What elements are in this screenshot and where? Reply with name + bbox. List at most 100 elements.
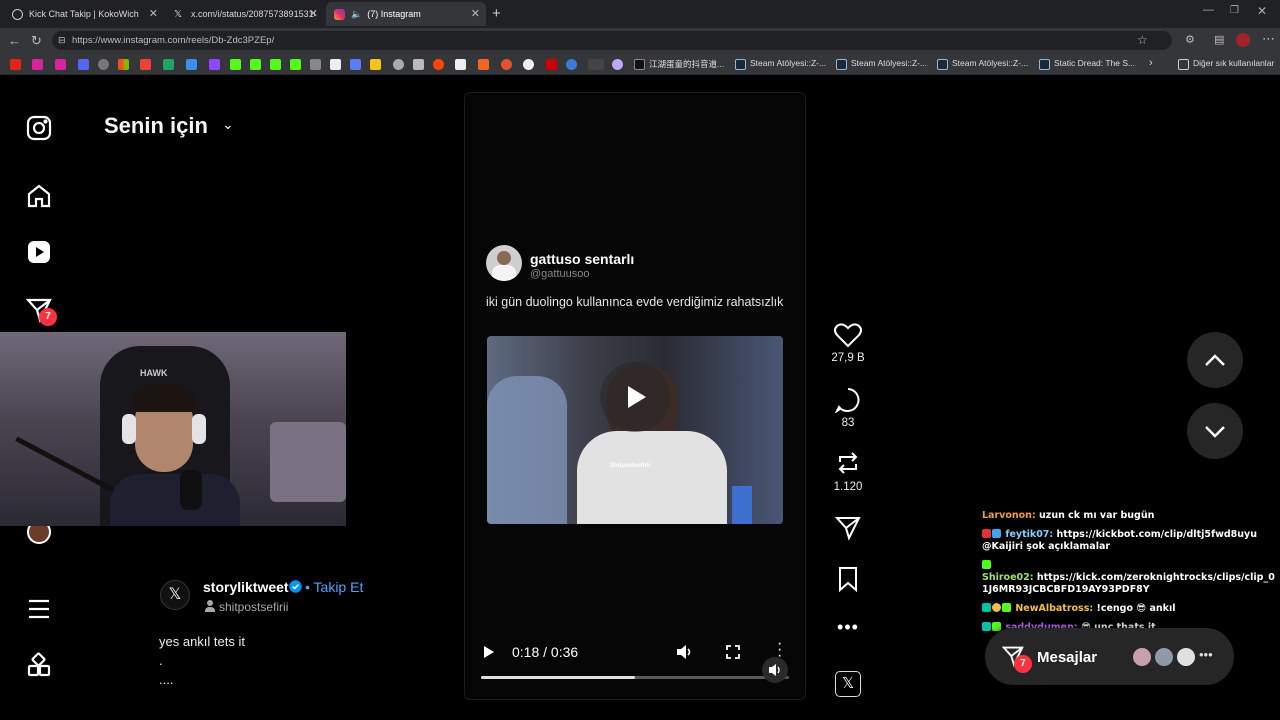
kick-icon[interactable] bbox=[230, 59, 241, 70]
steam-icon[interactable] bbox=[1039, 59, 1050, 70]
twitch-icon[interactable] bbox=[209, 59, 220, 70]
reload-icon[interactable]: ↻ bbox=[31, 33, 42, 49]
avatar[interactable] bbox=[1175, 646, 1197, 668]
bookmark-icon[interactable] bbox=[370, 59, 381, 70]
other-bookmarks[interactable]: Diğer sık kullanılanlar bbox=[1193, 58, 1274, 68]
mute-button[interactable] bbox=[762, 657, 788, 683]
save-bookmark-icon[interactable] bbox=[830, 566, 866, 592]
favorite-star-icon[interactable]: ☆ bbox=[1137, 33, 1148, 47]
comment-icon[interactable] bbox=[830, 387, 866, 413]
x-logo-icon[interactable] bbox=[330, 59, 341, 70]
bookmark-icon[interactable] bbox=[588, 59, 604, 70]
instagram-icon[interactable] bbox=[32, 59, 43, 70]
bookmark-icon[interactable] bbox=[612, 59, 623, 70]
like-heart-icon[interactable] bbox=[830, 322, 866, 348]
bookmark-static-dread[interactable]: Static Dread: The S... bbox=[1054, 58, 1135, 68]
discord-icon[interactable] bbox=[78, 59, 89, 70]
feed-title[interactable]: Senin için bbox=[104, 113, 208, 139]
bookmark-steam-3[interactable]: Steam Atölyesi::Z-... bbox=[952, 58, 1028, 68]
chat-username: Shiroe02: bbox=[982, 572, 1034, 583]
bookmark-icon[interactable] bbox=[413, 59, 424, 70]
drive-icon[interactable] bbox=[163, 59, 174, 70]
bookmark-icon[interactable] bbox=[478, 59, 489, 70]
profile-avatar[interactable] bbox=[1236, 33, 1250, 47]
tab-bar: Kick Chat Takip | KokoWich ✕ 𝕏 x.com/i/s… bbox=[0, 0, 1280, 28]
more-apps-icon[interactable] bbox=[26, 652, 52, 678]
instagram-logo-icon[interactable] bbox=[26, 115, 52, 141]
chat-text: uzun ck mı var bugün bbox=[1039, 510, 1155, 521]
kick-icon[interactable] bbox=[270, 59, 281, 70]
kick-icon[interactable] bbox=[290, 59, 301, 70]
close-window-button[interactable]: ✕ bbox=[1257, 4, 1267, 18]
chat-message: Larvonon: uzun ck mı var bugün bbox=[982, 510, 1278, 522]
folder-icon bbox=[1178, 59, 1189, 70]
avatar[interactable] bbox=[1131, 646, 1153, 668]
kick-badge-icon bbox=[982, 529, 991, 538]
bookmark-icon[interactable] bbox=[350, 59, 361, 70]
chevron-down-icon bbox=[1205, 426, 1225, 438]
player-time: 0:18 / 0:36 bbox=[512, 644, 579, 660]
close-icon[interactable]: ✕ bbox=[149, 7, 158, 20]
steam-icon[interactable] bbox=[836, 59, 847, 70]
author-name[interactable]: storyliktweet bbox=[203, 579, 289, 595]
close-icon[interactable]: ✕ bbox=[309, 7, 318, 20]
hamburger-menu-icon[interactable] bbox=[26, 596, 52, 622]
bookmark-icon[interactable] bbox=[546, 59, 557, 70]
x-logo-icon[interactable]: 𝕏 bbox=[835, 671, 861, 697]
bookmark-icon[interactable] bbox=[566, 59, 577, 70]
kick-icon[interactable] bbox=[250, 59, 261, 70]
follow-link[interactable]: • Takip Et bbox=[305, 579, 363, 595]
instagram-icon[interactable] bbox=[55, 59, 66, 70]
back-arrow-icon[interactable]: ← bbox=[8, 33, 21, 48]
gmail-icon[interactable] bbox=[140, 59, 151, 70]
bookmark-douyin[interactable]: 江湖蛋童的抖音道... bbox=[649, 58, 724, 70]
bookmark-icon[interactable] bbox=[186, 59, 197, 70]
fullscreen-icon[interactable] bbox=[726, 645, 740, 659]
steam-icon[interactable] bbox=[937, 59, 948, 70]
globe-icon[interactable] bbox=[98, 59, 109, 70]
tab-kick-chat[interactable]: Kick Chat Takip | KokoWich ✕ bbox=[4, 2, 164, 26]
volume-icon[interactable] bbox=[676, 644, 694, 660]
maximize-button[interactable]: ❐ bbox=[1230, 5, 1239, 16]
menu-dots-icon[interactable]: ⋯ bbox=[1262, 31, 1275, 47]
minimize-button[interactable]: — bbox=[1203, 4, 1214, 16]
more-options-icon[interactable]: ••• bbox=[830, 617, 866, 638]
steam-icon[interactable] bbox=[735, 59, 746, 70]
messages-label[interactable]: Mesajlar bbox=[1037, 649, 1097, 666]
collections-icon[interactable]: ▤ bbox=[1214, 33, 1224, 46]
bookmark-icon[interactable] bbox=[501, 59, 512, 70]
bookmark-icon[interactable] bbox=[393, 59, 404, 70]
previous-reel-button[interactable] bbox=[1187, 332, 1243, 388]
chevron-down-icon[interactable]: ⌄ bbox=[222, 116, 234, 133]
extensions-icon[interactable]: ⚙ bbox=[1185, 33, 1195, 46]
anchor-icon[interactable] bbox=[310, 59, 321, 70]
bookmark-icon[interactable] bbox=[455, 59, 466, 70]
author-avatar[interactable]: 𝕏 bbox=[160, 580, 190, 610]
bookmark-icon[interactable] bbox=[523, 59, 534, 70]
video-progress-bar[interactable] bbox=[481, 676, 789, 679]
share-icon[interactable] bbox=[830, 515, 866, 541]
bookmark-steam-2[interactable]: Steam Atölyesi::Z-... bbox=[851, 58, 927, 68]
youtube-icon[interactable] bbox=[10, 59, 21, 70]
next-reel-button[interactable] bbox=[1187, 403, 1243, 459]
tab-x-status[interactable]: 𝕏 x.com/i/status/2087573891531059 ✕ bbox=[166, 2, 324, 26]
home-icon[interactable] bbox=[26, 183, 52, 209]
repost-icon[interactable] bbox=[830, 450, 866, 476]
close-icon[interactable]: ✕ bbox=[471, 7, 480, 20]
reels-icon[interactable] bbox=[26, 239, 52, 265]
play-icon[interactable] bbox=[483, 645, 495, 659]
microsoft-icon[interactable] bbox=[118, 59, 129, 70]
bookmark-steam-1[interactable]: Steam Atölyesi::Z-... bbox=[750, 58, 826, 68]
avatar[interactable] bbox=[1153, 646, 1175, 668]
tiktok-icon[interactable] bbox=[634, 59, 645, 70]
more-options-icon[interactable]: ••• bbox=[1199, 647, 1213, 662]
play-button[interactable] bbox=[600, 362, 670, 432]
kick-badge-icon bbox=[982, 560, 991, 569]
chevron-right-icon[interactable]: › bbox=[1149, 57, 1153, 69]
reddit-icon[interactable] bbox=[433, 59, 444, 70]
speaker-icon[interactable]: 🔈 bbox=[351, 9, 362, 20]
url-field[interactable]: ⊟ https://www.instagram.com/reels/Db-Zdc… bbox=[52, 31, 1172, 50]
new-tab-button[interactable]: + bbox=[492, 5, 501, 22]
tab-instagram[interactable]: 🔈 (7) Instagram ✕ bbox=[326, 2, 486, 26]
chat-username: Larvonon: bbox=[982, 510, 1036, 521]
